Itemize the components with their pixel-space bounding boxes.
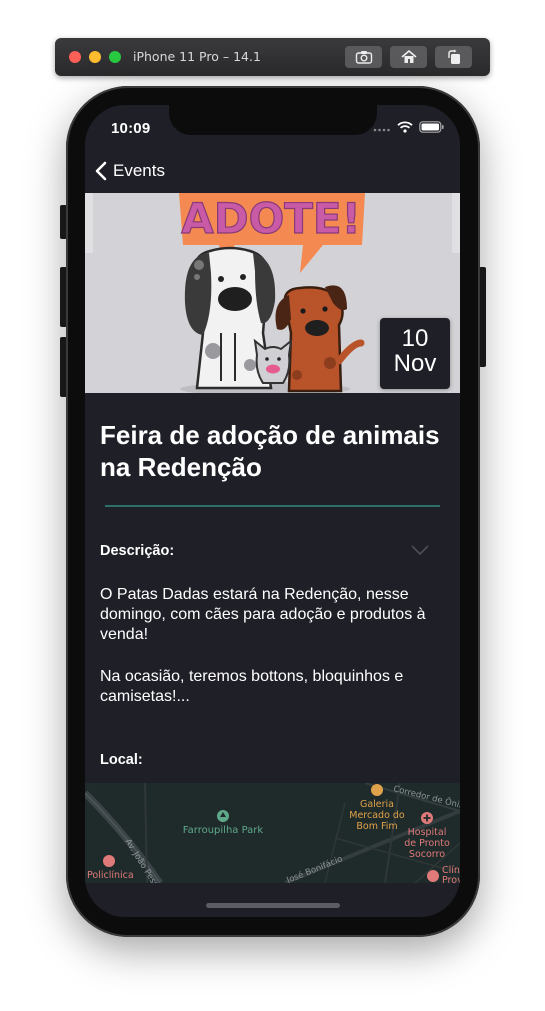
map-label-hospital-1: Hospital bbox=[408, 827, 447, 838]
map-label-hospital-2: de Pronto bbox=[404, 838, 450, 849]
home-indicator[interactable] bbox=[206, 903, 340, 908]
back-button[interactable]: Events bbox=[95, 159, 165, 183]
screenshot-button[interactable] bbox=[345, 46, 382, 68]
wifi-icon bbox=[397, 121, 413, 133]
map-label-market-3: Bom Fim bbox=[356, 821, 397, 832]
zoom-window-button[interactable] bbox=[109, 51, 121, 63]
home-button[interactable] bbox=[390, 46, 427, 68]
simulator-title: iPhone 11 Pro – 14.1 bbox=[133, 49, 261, 64]
cellular-signal-icon bbox=[373, 128, 390, 132]
adote-sign-text: ADOTE! bbox=[181, 194, 361, 243]
event-title: Feira de adoção de animais na Redenção bbox=[100, 420, 440, 482]
chevron-down-icon[interactable] bbox=[411, 545, 429, 556]
status-icons bbox=[373, 121, 444, 133]
simulator-title-bar: iPhone 11 Pro – 14.1 bbox=[55, 38, 490, 76]
map-label-market-1: Galeria bbox=[360, 799, 394, 810]
rotate-icon bbox=[447, 49, 460, 64]
market-pin-icon bbox=[371, 784, 383, 796]
clinic-left-pin-icon bbox=[103, 855, 115, 867]
rotate-button[interactable] bbox=[435, 46, 472, 68]
title-divider bbox=[105, 505, 440, 507]
map-label-clinic-left-1: Policlínica bbox=[87, 870, 134, 881]
description-paragraph-2: Na ocasião, teremos bottons, bloquinhos … bbox=[100, 668, 404, 705]
back-button-label: Events bbox=[113, 161, 165, 180]
location-label: Local: bbox=[100, 752, 143, 768]
event-date-badge: 10 Nov bbox=[380, 318, 450, 389]
map-label-clinic-right-2: Prov bbox=[442, 875, 460, 883]
phone-screen: 10:09 Events ADOTE! 10 Nov Feira de adoç… bbox=[85, 105, 460, 917]
map-label-hospital-3: Socorro bbox=[409, 849, 445, 860]
status-time: 10:09 bbox=[111, 120, 151, 137]
minimize-window-button[interactable] bbox=[89, 51, 101, 63]
event-image: ADOTE! 10 Nov bbox=[85, 193, 460, 393]
location-map[interactable]: Farroupilha Park Galeria Mercado do Bom … bbox=[85, 783, 460, 883]
description-label: Descrição: bbox=[100, 543, 175, 559]
map-label-park: Farroupilha Park bbox=[183, 825, 264, 836]
power-button bbox=[479, 267, 486, 367]
map-label-market-2: Mercado do bbox=[349, 810, 405, 821]
screenshot-icon bbox=[355, 51, 372, 64]
battery-icon bbox=[419, 121, 444, 133]
chevron-left-icon bbox=[95, 161, 107, 181]
notch bbox=[169, 105, 377, 135]
map-canvas: Farroupilha Park Galeria Mercado do Bom … bbox=[85, 783, 460, 883]
close-window-button[interactable] bbox=[69, 51, 81, 63]
event-date-day: 10 bbox=[401, 325, 429, 352]
event-date-month: Nov bbox=[393, 350, 437, 377]
home-icon bbox=[400, 50, 417, 63]
description-paragraph-1: O Patas Dadas estará na Redenção, nesse … bbox=[100, 586, 426, 643]
clinic-right-pin-icon bbox=[427, 870, 439, 882]
